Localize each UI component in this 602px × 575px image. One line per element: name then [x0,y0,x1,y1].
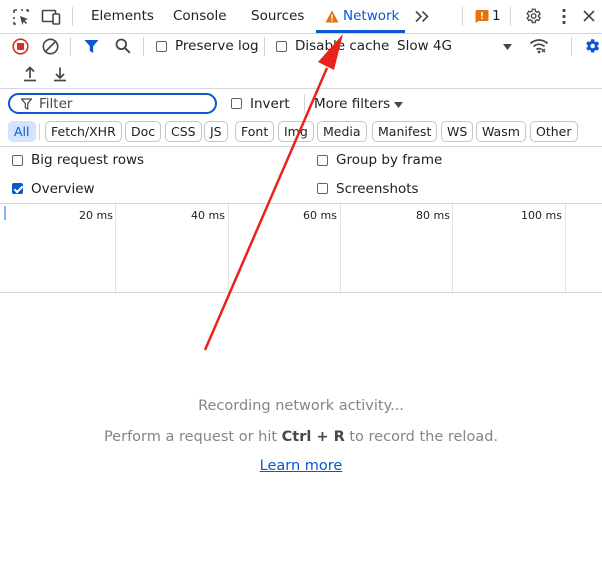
invert-label[interactable]: Invert [250,96,290,112]
timeline-tick-label: 40 ms [191,209,225,222]
reload-hint-prefix: Perform a request or hit [103,429,282,445]
reload-shortcut: Ctrl + R [281,429,345,445]
devtools-tab-bar: Elements Console Sources Network 1 [0,0,602,33]
timeline-tick-label: 80 ms [416,209,450,222]
filter-funnel-small-icon [21,98,32,110]
search-icon[interactable] [115,38,131,54]
filter-input[interactable]: Filter [8,93,217,114]
inspect-element-icon[interactable] [12,8,30,26]
timeline-gridline [565,204,566,292]
type-filter-img[interactable]: Img [278,121,314,142]
timeline-gridline [340,204,341,292]
type-filter-doc[interactable]: Doc [125,121,162,142]
import-har-upload-icon[interactable] [23,66,37,82]
filter-placeholder: Filter [39,96,73,112]
reload-hint-text: Perform a request or hit Ctrl + R to rec… [0,429,602,445]
learn-more-container: Learn more [0,458,602,474]
tab-sources[interactable]: Sources [251,0,304,33]
group-by-frame-label[interactable]: Group by frame [336,152,442,168]
device-toolbar-icon[interactable] [41,8,61,26]
big-request-rows-label[interactable]: Big request rows [31,152,144,168]
type-filter-fetch-xhr[interactable]: Fetch/XHR [45,121,122,142]
tab-network[interactable]: Network [343,0,399,33]
overview-checkbox[interactable] [12,183,23,194]
group-by-frame-checkbox[interactable] [317,155,328,166]
tab-separator [462,7,463,26]
timeline-tick-label: 20 ms [79,209,113,222]
timeline-tick-label: 100 ms [521,209,562,222]
timeline-tick-label: 60 ms [303,209,337,222]
tab-separator [72,7,73,26]
record-stop-icon[interactable] [12,38,29,55]
issues-count[interactable]: 1 [492,8,501,24]
tab-console[interactable]: Console [173,0,227,33]
network-conditions-wifi-icon[interactable] [529,38,549,54]
divider [0,33,602,34]
type-filter-ws[interactable]: WS [441,121,474,142]
learn-more-link[interactable]: Learn more [260,458,343,474]
tab-elements[interactable]: Elements [91,0,154,33]
preserve-log-checkbox[interactable] [156,41,167,52]
type-filter-css[interactable]: CSS [165,121,202,142]
disable-cache-label[interactable]: Disable cache [295,38,389,54]
toolbar-separator [571,37,572,56]
filter-funnel-icon[interactable] [84,39,99,54]
chevron-down-icon[interactable] [503,44,512,50]
reload-hint-suffix: to record the reload. [344,429,499,445]
divider [0,146,602,147]
clear-icon[interactable] [42,38,59,55]
type-filter-media[interactable]: Media [317,121,367,142]
recording-status-text: Recording network activity... [198,398,404,414]
toolbar-separator [70,37,71,56]
invert-checkbox[interactable] [231,98,242,109]
type-filter-js[interactable]: JS [204,121,228,142]
preserve-log-label[interactable]: Preserve log [175,38,259,54]
throttling-select[interactable]: Slow 4G [397,38,452,54]
type-filter-font[interactable]: Font [235,121,275,142]
overview-label[interactable]: Overview [31,181,95,197]
big-request-rows-checkbox[interactable] [12,155,23,166]
timeline-gridline [452,204,453,292]
overview-left-handle[interactable] [4,206,6,220]
toolbar-separator [143,37,144,56]
screenshots-checkbox[interactable] [317,183,328,194]
network-settings-gear-icon[interactable] [583,37,601,55]
type-filter-all[interactable]: All [8,121,36,142]
toolbar-separator [304,94,305,113]
more-filters-dropdown[interactable]: More filters [314,96,390,112]
close-devtools-icon[interactable] [583,10,595,22]
chip-separator [39,123,40,140]
tab-separator [510,7,511,26]
divider [0,88,602,89]
timeline-gridline [115,204,116,292]
chevron-down-icon[interactable] [394,102,403,108]
issues-icon[interactable] [475,9,489,23]
export-har-download-icon[interactable] [53,66,67,82]
more-options-kebab-icon[interactable] [560,8,568,25]
type-filter-manifest[interactable]: Manifest [372,121,438,142]
disable-cache-checkbox[interactable] [276,41,287,52]
timeline-gridline [228,204,229,292]
more-tabs-chevron-icon[interactable] [414,10,430,23]
type-filter-other[interactable]: Other [530,121,578,142]
toolbar-separator [264,37,265,56]
divider [0,292,602,293]
screenshots-label[interactable]: Screenshots [336,181,419,197]
type-filter-wasm[interactable]: Wasm [476,121,526,142]
settings-gear-icon[interactable] [524,7,542,25]
warning-icon [325,10,339,23]
